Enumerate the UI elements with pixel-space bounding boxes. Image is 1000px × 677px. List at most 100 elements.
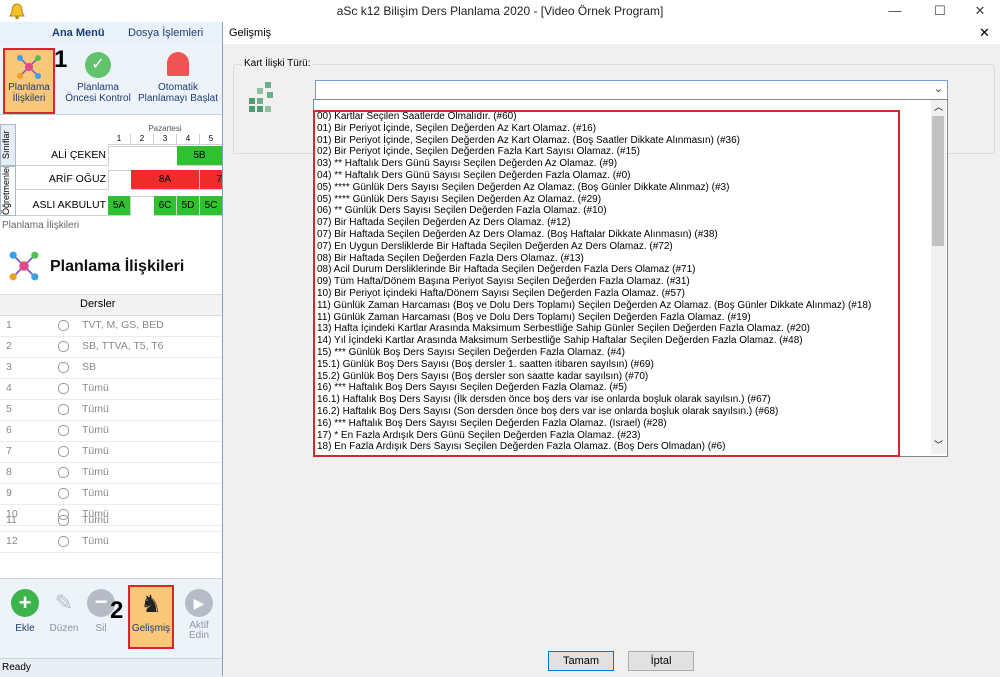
- bottom-toolbar: + Ekle ✎ Düzen − Sil 2 ♞ Gelişmiş ▶ Akti…: [0, 578, 222, 659]
- add-label: Ekle: [15, 623, 35, 634]
- relation-icon: [58, 320, 69, 331]
- lesson-cell[interactable]: [131, 146, 154, 147]
- panel-title: Planlama İlişkileri: [50, 258, 185, 275]
- status-text: Ready: [2, 662, 31, 673]
- row-text: Tümü: [82, 466, 109, 478]
- teacher-row: ALİ ÇEKEN 5B: [16, 146, 223, 166]
- relation-icon: [58, 383, 69, 394]
- lesson-cell[interactable]: 5A: [108, 196, 131, 216]
- scrollbar-thumb[interactable]: [932, 116, 944, 246]
- row-text: Tümü: [82, 403, 109, 415]
- tab-ana-menu[interactable]: Ana Menü: [52, 27, 105, 39]
- list-item[interactable]: 12 Tümü: [0, 531, 222, 553]
- lesson-cell[interactable]: 5B: [177, 146, 223, 166]
- list-item[interactable]: 9 Tümü: [0, 483, 222, 505]
- lesson-cell[interactable]: [108, 146, 131, 147]
- lesson-cell[interactable]: 8A: [131, 170, 200, 190]
- planlama-iliskileri-button[interactable]: Planlama İlişkileri: [3, 48, 55, 114]
- window-titlebar: aSc k12 Bilişim Ders Planlama 2020 - [Vi…: [0, 0, 1000, 23]
- chess-knight-icon: ♞: [140, 591, 162, 618]
- lesson-cell[interactable]: 7: [200, 170, 223, 190]
- scrollbar[interactable]: ︿ ﹀: [931, 100, 946, 454]
- dialog-close-button[interactable]: ✕: [979, 25, 990, 41]
- relation-icon: [58, 515, 69, 526]
- period-header: 2: [131, 134, 154, 145]
- row-text: Tümü: [82, 382, 109, 394]
- cards-icon: [247, 80, 277, 116]
- otomatik-planlama-button[interactable]: Otomatik Planlamayı Başlat: [136, 52, 220, 110]
- list-item[interactable]: 3 SB: [0, 357, 222, 379]
- period-header: 4: [177, 134, 200, 145]
- ribbon: Planlama İlişkileri 1 ✓ Planlama Öncesi …: [0, 44, 222, 115]
- list-item[interactable]: 1 TVT, M, GS, BED: [0, 315, 222, 337]
- row-text: Tümü: [82, 535, 109, 547]
- period-header: 1: [108, 134, 131, 145]
- teacher-name[interactable]: ARİF OĞUZ: [16, 170, 109, 190]
- teacher-name[interactable]: ALİ ÇEKEN: [16, 146, 109, 166]
- teacher-row: ASLI AKBULUT 5A 6C 5D 5C: [16, 196, 223, 216]
- planlama-iliskileri-label: Planlama İlişkileri: [8, 82, 50, 104]
- row-number: 8: [6, 466, 12, 478]
- chevron-down-icon: ⌄: [933, 83, 943, 95]
- relation-icon: [58, 341, 69, 352]
- scroll-down-icon[interactable]: ﹀: [934, 438, 943, 451]
- gelismis-button[interactable]: ♞ Gelişmiş: [128, 585, 174, 649]
- relation-icon: [58, 425, 69, 436]
- network-icon: [6, 248, 42, 284]
- lesson-cell[interactable]: 5D: [177, 196, 200, 216]
- relations-list: 1 TVT, M, GS, BED 2 SB, TTVA, T5, T6 3 SB 4…: [0, 315, 222, 535]
- planlama-oncesi-kontrol-label: Planlama Öncesi Kontrol: [65, 82, 131, 104]
- row-number: 5: [6, 403, 12, 415]
- close-window-button[interactable]: ✕: [965, 2, 995, 20]
- relation-icon: [58, 362, 69, 373]
- maximize-button[interactable]: ☐: [925, 2, 955, 20]
- ribbon-tabs: Ana Menü Dosya İşlemleri: [0, 22, 222, 44]
- row-text: SB, TTVA, T5, T6: [82, 340, 164, 352]
- list-item[interactable]: 11 Tümü: [0, 510, 222, 532]
- siren-icon: [167, 52, 189, 76]
- check-circle-icon: ✓: [85, 52, 111, 78]
- lesson-cell[interactable]: 5C: [200, 196, 223, 216]
- column-header-dersler[interactable]: Dersler: [80, 298, 115, 310]
- relation-type-dropdown[interactable]: ⌄: [315, 80, 948, 100]
- step-marker-2: 2: [110, 597, 124, 624]
- dialog-titlebar: Gelişmiş ✕: [223, 22, 1000, 44]
- planlama-oncesi-kontrol-button[interactable]: ✓ Planlama Öncesi Kontrol: [62, 52, 134, 110]
- list-item[interactable]: 8 Tümü: [0, 462, 222, 484]
- period-header-row: 1 2 3 4 5: [108, 134, 223, 145]
- scroll-up-icon[interactable]: ︿: [934, 100, 943, 113]
- list-item[interactable]: 6 Tümü: [0, 420, 222, 442]
- list-item[interactable]: 5 Tümü: [0, 399, 222, 421]
- relation-icon: [58, 446, 69, 457]
- panel-caption: Planlama İlişkileri: [2, 220, 80, 231]
- list-item[interactable]: 2 SB, TTVA, T5, T6: [0, 336, 222, 358]
- row-number: 2: [6, 340, 12, 352]
- row-number: 3: [6, 361, 12, 373]
- relation-icon: [58, 467, 69, 478]
- add-button[interactable]: + Ekle: [8, 589, 42, 639]
- lesson-cell[interactable]: [108, 170, 131, 171]
- ok-button[interactable]: Tamam: [548, 651, 614, 671]
- row-text: Tümü: [82, 514, 109, 526]
- tab-dosya-islemleri[interactable]: Dosya İşlemleri: [128, 27, 203, 39]
- cancel-button[interactable]: İptal: [628, 651, 694, 671]
- teacher-name[interactable]: ASLI AKBULUT: [16, 196, 109, 216]
- active-label: Aktif Edin: [188, 620, 209, 641]
- row-number: 4: [6, 382, 12, 394]
- dialog-title: Gelişmiş: [229, 27, 272, 39]
- edit-button[interactable]: ✎ Düzen: [44, 589, 84, 639]
- list-item[interactable]: 7 Tümü: [0, 441, 222, 463]
- lesson-cell[interactable]: [154, 146, 177, 147]
- lesson-cell[interactable]: 6C: [154, 196, 177, 216]
- row-number: 11: [6, 514, 17, 526]
- minimize-button[interactable]: —: [880, 2, 910, 20]
- row-number: 1: [6, 319, 12, 331]
- row-text: Tümü: [82, 487, 109, 499]
- network-icon: [14, 52, 44, 82]
- plus-icon: +: [11, 589, 39, 617]
- list-item[interactable]: 4 Tümü: [0, 378, 222, 400]
- side-tab-ogretmenler[interactable]: Öğretmenler: [0, 166, 16, 216]
- side-tab-siniflar[interactable]: Sınıflar: [0, 124, 16, 166]
- active-button[interactable]: ▶ Aktif Edin: [178, 589, 220, 649]
- lesson-cell[interactable]: [131, 196, 154, 197]
